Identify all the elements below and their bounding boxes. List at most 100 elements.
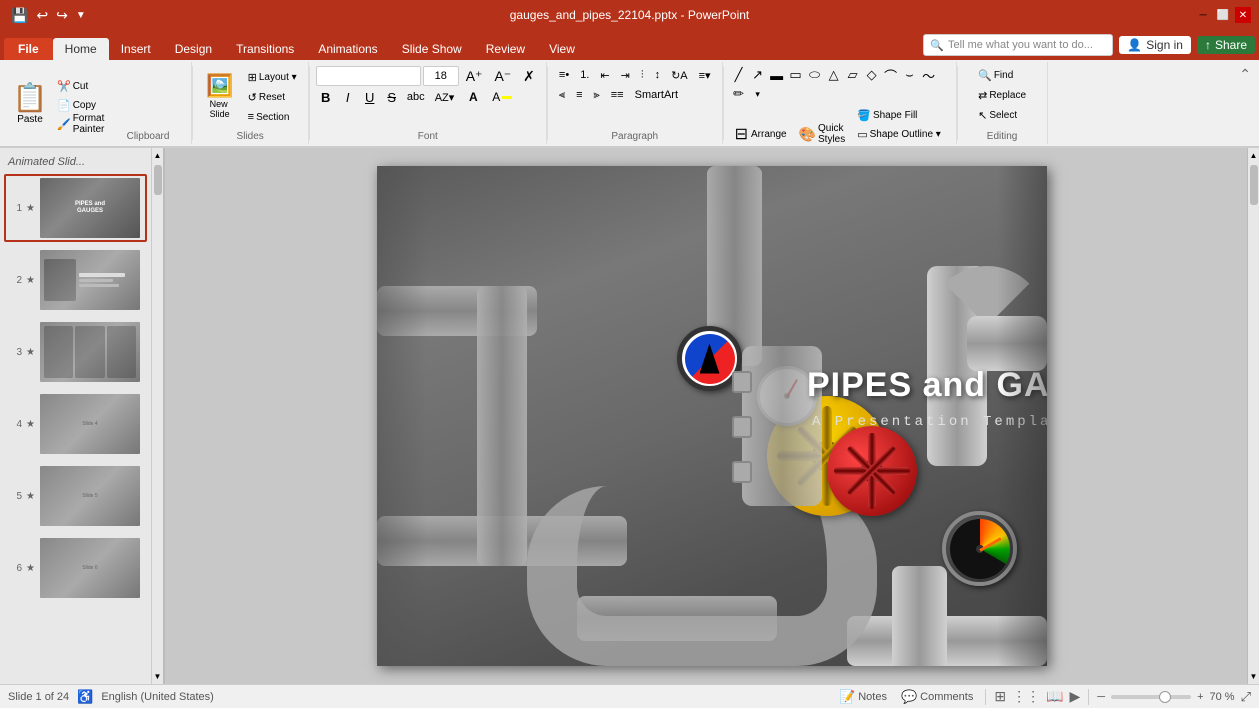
signin-button[interactable]: 👤 Sign in	[1119, 36, 1191, 54]
tab-transitions[interactable]: Transitions	[224, 38, 306, 60]
tab-home[interactable]: Home	[53, 38, 109, 60]
canvas-scroll-up[interactable]: ▲	[1247, 148, 1259, 163]
line-spacing-button[interactable]: ↕	[650, 66, 666, 84]
slide-panel-scrollbar[interactable]: ▲ ▼	[152, 148, 164, 684]
decrease-font-button[interactable]: A⁻	[489, 67, 516, 85]
increase-indent-button[interactable]: ⇥	[616, 66, 635, 84]
shadow-button[interactable]: abc	[404, 88, 428, 106]
canvas-vertical-scrollbar[interactable]: ▲ ▼	[1247, 148, 1259, 684]
fit-slide-button[interactable]: ⤢	[1241, 689, 1251, 705]
format-painter-button[interactable]: 🖌️Format Painter	[52, 115, 109, 133]
replace-button[interactable]: ⇄ Replace	[973, 86, 1031, 104]
share-button[interactable]: ↑ Share	[1197, 36, 1255, 54]
increase-font-button[interactable]: A⁺	[461, 67, 488, 85]
layout-button[interactable]: ⊞ Layout ▾	[243, 68, 302, 86]
restore-button[interactable]: ⬜	[1215, 7, 1231, 23]
diamond-shape[interactable]: ◇	[863, 66, 881, 84]
bold-button[interactable]: B	[316, 88, 336, 106]
new-slide-button[interactable]: 🖼️ NewSlide	[199, 66, 241, 126]
curve-shape[interactable]: 〜	[920, 66, 938, 84]
close-button[interactable]: ✕	[1235, 7, 1251, 23]
bullets-button[interactable]: ≡•	[554, 66, 574, 84]
zoom-in-button[interactable]: +	[1197, 691, 1203, 703]
rect-shape[interactable]: ▬	[768, 66, 786, 84]
collapse-ribbon-button[interactable]: ⌃	[1239, 66, 1251, 83]
rounded-rect-shape[interactable]: ▭	[787, 66, 805, 84]
notes-button[interactable]: 📝 Notes	[835, 689, 891, 705]
text-highlight-button[interactable]: A	[487, 88, 517, 106]
minimize-button[interactable]: ─	[1195, 7, 1211, 23]
tab-animations[interactable]: Animations	[306, 38, 389, 60]
slideshow-button[interactable]: ▶	[1070, 688, 1081, 705]
parallelogram-shape[interactable]: ▱	[844, 66, 862, 84]
tab-view[interactable]: View	[537, 38, 587, 60]
slide-item-5[interactable]: 5 ★ Slide 5	[4, 462, 147, 530]
slide-item-1[interactable]: 1 ★ PIPES andGAUGES	[4, 174, 147, 242]
quick-styles-button[interactable]: 🎨 QuickStyles	[794, 120, 851, 148]
select-button[interactable]: ↖ Select	[973, 106, 1031, 124]
strikethrough-button[interactable]: S	[382, 88, 402, 106]
slide-canvas[interactable]: PIPES and GAUGES A Presentation Template	[377, 166, 1047, 666]
smartart-button[interactable]: SmartArt	[630, 86, 680, 104]
text-direction-button[interactable]: ↻A	[666, 66, 693, 84]
line-shape[interactable]: ╱	[730, 66, 748, 84]
paste-button[interactable]: 📋 Paste	[8, 71, 52, 136]
scroll-down-arrow[interactable]: ▼	[151, 669, 165, 684]
numbering-button[interactable]: 1.	[575, 66, 594, 84]
align-center-button[interactable]: ≡	[571, 86, 587, 104]
tell-me-input[interactable]: 🔍 Tell me what you want to do...	[923, 34, 1113, 56]
arrow-shape[interactable]: ↗	[749, 66, 767, 84]
section-button[interactable]: ≡Section	[243, 108, 302, 126]
normal-view-button[interactable]: ⊞	[994, 688, 1006, 705]
slide-item-3[interactable]: 3 ★	[4, 318, 147, 386]
tab-review[interactable]: Review	[474, 38, 537, 60]
freeform-shape[interactable]: ✏	[730, 85, 748, 103]
tab-slide-show[interactable]: Slide Show	[390, 38, 474, 60]
triangle-shape[interactable]: △	[825, 66, 843, 84]
justify-button[interactable]: ≡≡	[606, 86, 629, 104]
save-icon[interactable]: 💾	[8, 4, 31, 27]
shape-outline-button[interactable]: ▭ Shape Outline ▾	[852, 125, 946, 143]
tab-insert[interactable]: Insert	[109, 38, 163, 60]
redo-icon[interactable]: ↪	[53, 4, 71, 27]
canvas-scroll-down[interactable]: ▼	[1247, 669, 1259, 684]
copy-button[interactable]: 📄Copy	[52, 96, 109, 114]
scroll-up-arrow[interactable]: ▲	[151, 148, 165, 163]
slide-item-6[interactable]: 6 ★ Slide 6	[4, 534, 147, 602]
more-shapes-button[interactable]: ▾	[749, 85, 767, 103]
undo-icon[interactable]: ↩	[33, 4, 51, 27]
align-left-button[interactable]: ⫷	[554, 86, 570, 104]
cut-button[interactable]: ✂️Cut	[52, 77, 109, 95]
slide-item-2[interactable]: 2 ★	[4, 246, 147, 314]
slide-item-4[interactable]: 4 ★ Slide 4	[4, 390, 147, 458]
font-color-button[interactable]: A	[461, 88, 485, 106]
align-right-button[interactable]: ⫸	[589, 86, 605, 104]
scroll-thumb[interactable]	[154, 165, 162, 195]
font-name-input[interactable]	[316, 66, 421, 86]
arrange-button[interactable]: ⊟ Arrange	[730, 120, 792, 148]
spacing-button[interactable]: AZ▾	[430, 88, 460, 106]
callout-shape[interactable]: ⌒	[882, 66, 900, 84]
accessibility-icon[interactable]: ♿	[77, 689, 93, 705]
italic-button[interactable]: I	[338, 88, 358, 106]
zoom-slider[interactable]	[1111, 695, 1191, 699]
find-button[interactable]: 🔍 Find	[973, 66, 1031, 84]
decrease-indent-button[interactable]: ⇤	[595, 66, 614, 84]
customize-qat-icon[interactable]: ▼	[73, 7, 89, 24]
arc-shape[interactable]: ⌣	[901, 66, 919, 84]
oval-shape[interactable]: ⬭	[806, 66, 824, 84]
align-text-button[interactable]: ≡▾	[694, 66, 716, 84]
zoom-out-button[interactable]: ─	[1097, 691, 1105, 703]
columns-button[interactable]: ⫶	[636, 66, 649, 84]
slide-sorter-button[interactable]: ⋮⋮	[1012, 688, 1040, 705]
reading-view-button[interactable]: 📖	[1046, 688, 1063, 705]
comments-button[interactable]: 💬 Comments	[897, 689, 977, 705]
clear-formatting-button[interactable]: ✗	[518, 67, 540, 85]
reset-button[interactable]: ↺ Reset	[243, 88, 302, 106]
canvas-scroll-thumb[interactable]	[1250, 165, 1258, 205]
tab-design[interactable]: Design	[163, 38, 224, 60]
underline-button[interactable]: U	[360, 88, 380, 106]
font-size-input[interactable]	[423, 66, 459, 86]
tab-file[interactable]: File	[4, 38, 53, 60]
shape-fill-button[interactable]: 🪣 Shape Fill	[852, 106, 946, 124]
